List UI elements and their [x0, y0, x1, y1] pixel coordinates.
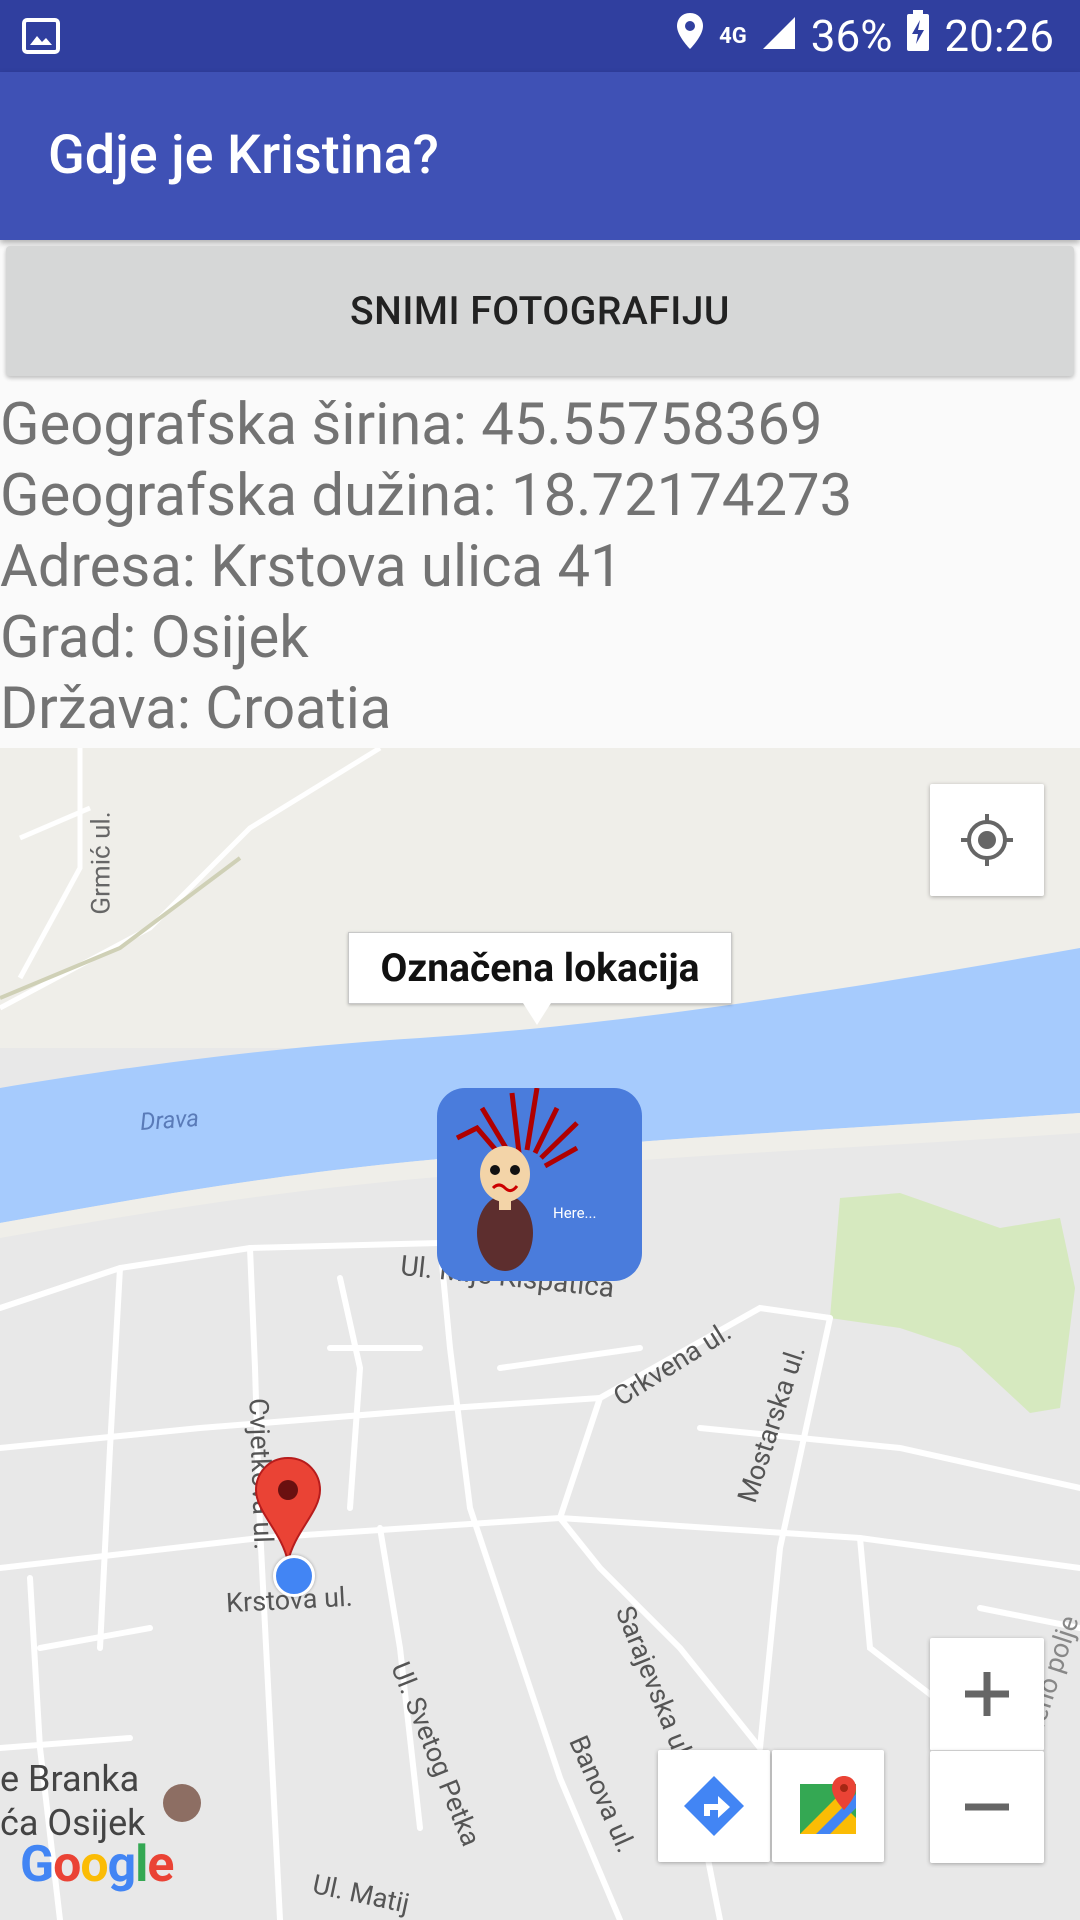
marker-info-window[interactable]: Označena lokacija [348, 932, 732, 1025]
theatre-poi-icon[interactable] [163, 1784, 201, 1822]
poi-label-line1: e Branka [0, 1758, 140, 1800]
map-base [0, 748, 1080, 1920]
kristina-photo-marker[interactable]: Here... [437, 1088, 642, 1281]
directions-icon [684, 1776, 744, 1836]
kristina-avatar-icon [455, 1088, 579, 1271]
open-in-maps-button[interactable] [772, 1750, 884, 1862]
crosshair-icon [961, 814, 1013, 866]
google-logo: Google [20, 1836, 174, 1894]
latitude-text: Geografska širina: 45.55758369 [0, 391, 823, 459]
location-icon [675, 10, 705, 62]
city-text: Grad: Osijek [0, 604, 309, 672]
map-view[interactable]: Grmić ul. Drava Ul. Mije Kišpatića Crkve… [0, 748, 1080, 1920]
minus-icon [965, 1803, 1009, 1811]
marker-caption: Here... [553, 1204, 597, 1222]
country-text: Država: Croatia [0, 675, 392, 743]
info-window-title: Označena lokacija [380, 945, 700, 991]
app-bar: Gdje je Kristina? [0, 72, 1080, 240]
plus-icon [965, 1672, 1009, 1716]
my-location-button[interactable] [930, 784, 1044, 896]
signal-icon [761, 10, 797, 62]
image-icon [22, 18, 60, 58]
app-title: Gdje je Kristina? [48, 124, 439, 187]
network-type: 4G [719, 23, 747, 49]
zoom-in-button[interactable] [930, 1638, 1044, 1751]
take-photo-button[interactable]: SNIMI FOTOGRAFIJU [6, 246, 1074, 376]
zoom-out-button[interactable] [930, 1751, 1044, 1863]
longitude-text: Geografska dužina: 18.72174273 [0, 462, 853, 530]
location-info: Geografska širina: 45.55758369 Geografsk… [0, 390, 1080, 745]
street-label-grmic: Grmić ul. [86, 811, 117, 915]
google-maps-icon [800, 1776, 856, 1834]
my-location-dot [273, 1555, 315, 1597]
river-label-drava: Drava [139, 1103, 200, 1137]
directions-button[interactable] [658, 1750, 770, 1862]
address-text: Adresa: Krstova ulica 41 [0, 533, 623, 601]
battery-charging-icon [906, 9, 930, 63]
clock: 20:26 [944, 10, 1054, 62]
location-pin-icon[interactable] [252, 1454, 324, 1564]
battery-percent: 36% [810, 10, 893, 62]
status-bar: 4G 36% 20:26 [0, 0, 1080, 72]
